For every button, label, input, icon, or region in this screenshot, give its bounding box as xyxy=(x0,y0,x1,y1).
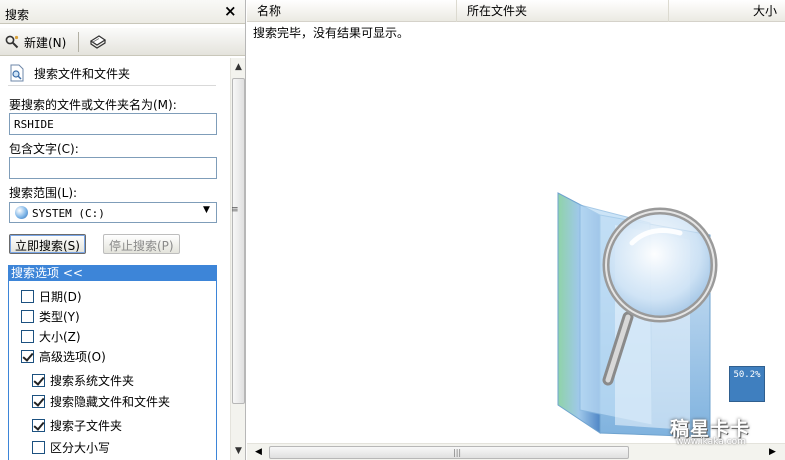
checkbox xyxy=(32,374,45,387)
new-search-label: 新建(N) xyxy=(24,35,67,50)
checkbox-label: 区分大小写 xyxy=(50,441,111,455)
checkbox xyxy=(21,290,34,303)
new-search-button[interactable]: 新建(N) xyxy=(4,31,66,53)
containing-text-input[interactable] xyxy=(9,157,217,179)
text-field-label: 包含文字(C): xyxy=(9,142,79,156)
checkbox-label: 大小(Z) xyxy=(39,330,81,344)
date-option-checkbox[interactable]: 日期(D) xyxy=(21,288,82,305)
progress-percent-badge: 50.2% xyxy=(729,366,765,402)
scroll-left-icon[interactable]: ◀ xyxy=(251,445,266,460)
grip-icon: ||| xyxy=(453,448,462,457)
checkbox-label: 搜索子文件夹 xyxy=(50,419,123,433)
search-toolbar: 新建(N) xyxy=(0,28,245,56)
system-folders-checkbox[interactable]: 搜索系统文件夹 xyxy=(32,372,134,389)
scroll-thumb[interactable]: ||| xyxy=(269,446,629,459)
scroll-right-icon[interactable]: ▶ xyxy=(765,445,780,460)
checkbox xyxy=(32,395,45,408)
checkbox-label: 类型(Y) xyxy=(39,310,80,324)
no-results-message: 搜索完毕，没有结果可显示。 xyxy=(253,26,410,40)
column-header-folder[interactable]: 所在文件夹 xyxy=(457,0,669,22)
search-options-panel: 日期(D) 类型(Y) 大小(Z) 高级选项(O) 搜索系统文件夹 搜索隐藏文件… xyxy=(8,281,217,460)
subfolders-checkbox[interactable]: 搜索子文件夹 xyxy=(32,417,122,434)
panel-titlebar: 搜索 × xyxy=(0,0,245,24)
panel-title: 搜索 xyxy=(5,8,30,22)
size-option-checkbox[interactable]: 大小(Z) xyxy=(21,328,81,345)
left-vertical-scrollbar[interactable]: ▲ ▼ xyxy=(230,58,245,460)
column-header-size[interactable]: 大小 xyxy=(669,0,785,22)
filename-input[interactable] xyxy=(9,113,217,135)
dropdown-arrow-icon: ▼ xyxy=(203,205,210,215)
scope-value: SYSTEM (C:) xyxy=(32,207,105,220)
name-field-label: 要搜索的文件或文件夹名为(M): xyxy=(9,98,177,112)
section-header: 搜索文件和文件夹 xyxy=(10,64,130,82)
advanced-option-checkbox[interactable]: 高级选项(O) xyxy=(21,348,106,365)
pane-splitter-grip[interactable]: ≡ xyxy=(231,205,239,215)
search-now-button[interactable]: 立即搜索(S) xyxy=(9,234,86,254)
checkbox-label: 搜索系统文件夹 xyxy=(50,374,135,388)
book-icon[interactable] xyxy=(88,32,108,52)
scope-label: 搜索范围(L): xyxy=(9,186,78,200)
stop-search-button[interactable]: 停止搜索(P) xyxy=(103,234,180,254)
checkbox-label: 日期(D) xyxy=(39,290,82,304)
search-form-area: 搜索文件和文件夹 要搜索的文件或文件夹名为(M): 包含文字(C): 搜索范围(… xyxy=(0,58,230,460)
checkbox xyxy=(32,419,45,432)
column-headers: 名称 所在文件夹 大小 xyxy=(247,0,785,22)
checkbox xyxy=(21,350,34,363)
checkbox-label: 高级选项(O) xyxy=(39,350,106,364)
section-title: 搜索文件和文件夹 xyxy=(34,66,131,81)
checkbox xyxy=(32,441,45,454)
close-icon[interactable]: × xyxy=(224,2,237,20)
search-panel: 搜索 × 新建(N) 搜索文件和文件夹 要搜索的文件或文件夹名为(M): RSH… xyxy=(0,0,246,460)
type-option-checkbox[interactable]: 类型(Y) xyxy=(21,308,80,325)
watermark-url: www.ikaka.com xyxy=(676,437,746,447)
search-person-icon xyxy=(5,35,19,49)
checkbox xyxy=(21,310,34,323)
search-scope-dropdown[interactable]: SYSTEM (C:) ▼ xyxy=(9,202,217,223)
document-search-icon xyxy=(10,64,24,82)
scroll-thumb[interactable] xyxy=(232,78,245,404)
drive-icon xyxy=(15,206,28,219)
column-header-name[interactable]: 名称 xyxy=(247,0,457,22)
search-options-header[interactable]: 搜索选项 << xyxy=(8,265,217,281)
checkbox xyxy=(21,330,34,343)
hidden-files-checkbox[interactable]: 搜索隐藏文件和文件夹 xyxy=(32,393,170,410)
case-sensitive-checkbox[interactable]: 区分大小写 xyxy=(32,439,110,456)
toolbar-divider xyxy=(78,32,79,52)
scroll-up-icon[interactable]: ▲ xyxy=(231,60,245,75)
section-divider xyxy=(8,85,216,86)
scroll-down-icon[interactable]: ▼ xyxy=(231,444,245,459)
checkbox-label: 搜索隐藏文件和文件夹 xyxy=(50,395,171,409)
